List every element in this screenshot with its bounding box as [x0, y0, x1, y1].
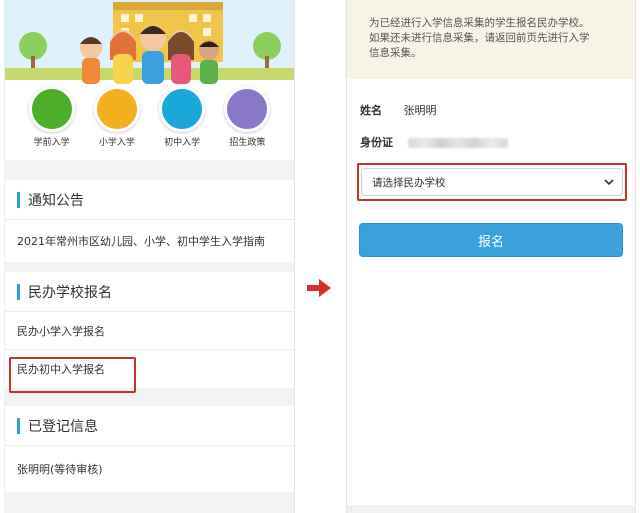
quick-link-policy[interactable]: 招生政策: [7, 86, 274, 152]
left-phone-screen: 学前入学 小学入学 初中入学 招生政策 通知公告 2021年常州市区幼儿园、小学…: [4, 0, 295, 513]
quick-link-label: 学前入学: [33, 138, 70, 148]
section-title: 民办学校报名: [28, 284, 112, 301]
id-field: 身份证: [360, 134, 508, 150]
notice-line: 如果还未进行信息采集，请返回前页先进行入学: [369, 32, 590, 44]
notice-section: 通知公告 2021年常州市区幼儿园、小学、初中学生入学指南: [5, 180, 294, 262]
notice-line: 为已经进行入学信息采集的学生报名民办学校。: [369, 17, 590, 29]
id-label: 身份证: [360, 136, 393, 149]
leaf-icon: [8, 86, 140, 132]
quick-link-primary[interactable]: 小学入学: [8, 86, 144, 152]
registered-section: 已登记信息 张明明(等待审核): [5, 406, 294, 492]
section-title: 通知公告: [28, 192, 84, 209]
highlight-box: 请选择民办学校: [357, 163, 627, 201]
right-phone-screen: 为已经进行入学信息采集的学生报名民办学校。 如果还未进行信息采集，请返回前页先进…: [346, 0, 636, 513]
registered-item[interactable]: 张明明(等待审核): [5, 446, 294, 492]
bottom-strip: [347, 505, 635, 513]
section-accent-bar: [17, 191, 20, 208]
register-button[interactable]: 报名: [359, 223, 623, 257]
quick-link-label: 招生政策: [229, 138, 266, 148]
quick-links: 学前入学 小学入学 初中入学 招生政策: [5, 86, 294, 152]
name-label: 姓名: [360, 104, 382, 117]
private-school-section: 民办学校报名 民办小学入学报名 民办初中入学报名: [5, 272, 294, 388]
name-field: 姓名 张明明: [360, 102, 437, 118]
section-accent-bar: [17, 417, 20, 434]
sprout-icon: [7, 86, 75, 132]
tree-icon: [7, 86, 206, 132]
section-accent-bar: [17, 283, 20, 300]
section-header: 通知公告: [5, 180, 294, 220]
quick-link-preschool[interactable]: 学前入学: [7, 86, 79, 152]
private-junior-link[interactable]: 民办初中入学报名: [5, 350, 294, 388]
book-reader-icon: [7, 86, 271, 132]
quick-link-label: 小学入学: [98, 138, 135, 148]
banner: 学前入学 小学入学 初中入学 招生政策: [5, 0, 294, 160]
id-value-redacted: [407, 138, 508, 148]
chevron-down-icon: [604, 177, 614, 190]
section-header: 民办学校报名: [5, 272, 294, 312]
notice-line: 信息采集。: [369, 47, 422, 59]
name-value: 张明明: [403, 104, 437, 117]
private-primary-link[interactable]: 民办小学入学报名: [5, 312, 294, 350]
info-notice: 为已经进行入学信息采集的学生报名民办学校。 如果还未进行信息采集，请返回前页先进…: [347, 0, 635, 79]
notice-item[interactable]: 2021年常州市区幼儿园、小学、初中学生入学指南: [5, 220, 294, 262]
quick-link-label: 初中入学: [164, 138, 201, 148]
school-select[interactable]: 请选择民办学校: [361, 168, 623, 196]
arrow-right-icon: [305, 276, 333, 304]
section-title: 已登记信息: [28, 418, 98, 435]
quick-link-junior[interactable]: 初中入学: [7, 86, 209, 152]
section-header: 已登记信息: [5, 406, 294, 446]
school-select-value: 请选择民办学校: [372, 176, 446, 189]
